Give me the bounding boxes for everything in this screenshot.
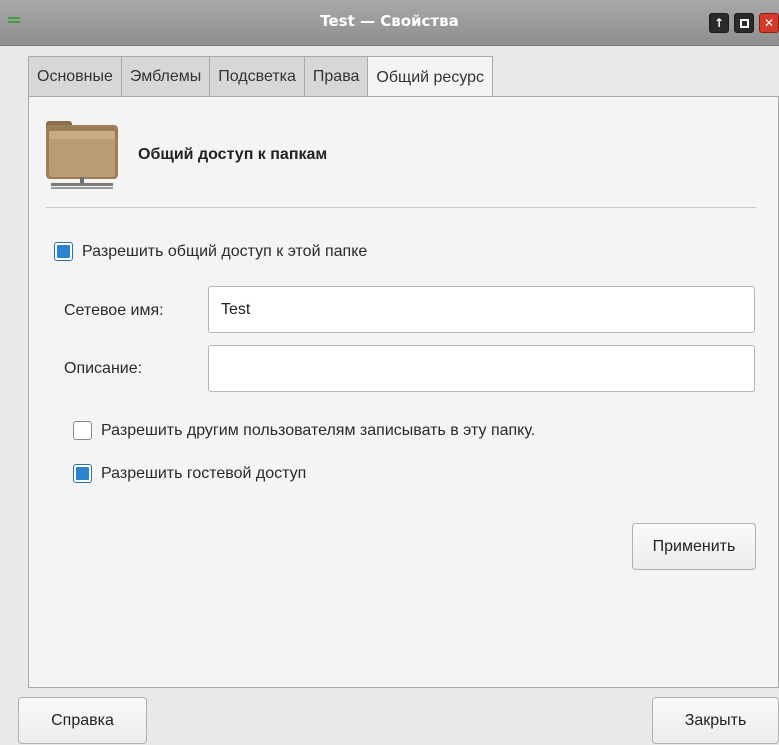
enable-share-label: Разрешить общий доступ к этой папке: [82, 242, 368, 260]
network-name-label: Сетевое имя:: [64, 302, 164, 319]
tab-highlight[interactable]: Подсветка: [209, 56, 305, 97]
enable-share-checkbox[interactable]: [54, 242, 73, 261]
allow-write-checkbox[interactable]: [73, 421, 92, 440]
arrow-up-icon: ↑: [713, 16, 725, 30]
close-window-button[interactable]: ✕: [759, 13, 779, 33]
tab-share[interactable]: Общий ресурс: [367, 56, 494, 98]
close-button[interactable]: Закрыть: [652, 697, 779, 744]
share-page: Общий доступ к папкам Разрешить общий до…: [28, 96, 779, 688]
apply-button[interactable]: Применить: [632, 523, 756, 570]
properties-window: Test — Свойства ↑ ✕ Основные Эмблемы Под…: [0, 0, 779, 745]
tab-general[interactable]: Основные: [28, 56, 122, 97]
folder-share-icon: [46, 121, 118, 189]
allow-write-label: Разрешить другим пользователям записыват…: [101, 421, 536, 439]
page-title: Общий доступ к папкам: [138, 146, 328, 163]
guest-access-checkbox-row[interactable]: Разрешить гостевой доступ: [73, 464, 306, 483]
description-input[interactable]: [208, 345, 755, 392]
keep-above-button[interactable]: ↑: [709, 13, 729, 33]
title-bar[interactable]: Test — Свойства ↑ ✕: [0, 0, 779, 46]
tab-permissions[interactable]: Права: [303, 56, 369, 97]
close-icon: ✕: [763, 16, 775, 30]
separator: [46, 207, 756, 208]
network-name-input[interactable]: [208, 286, 755, 333]
tab-emblems[interactable]: Эмблемы: [120, 56, 211, 97]
description-label: Описание:: [64, 360, 143, 377]
guest-access-checkbox[interactable]: [73, 464, 92, 483]
maximize-button[interactable]: [734, 13, 754, 33]
window-title: Test — Свойства: [320, 12, 459, 30]
tab-bar: Основные Эмблемы Подсветка Права Общий р…: [28, 56, 494, 98]
help-button[interactable]: Справка: [18, 697, 147, 744]
allow-write-checkbox-row[interactable]: Разрешить другим пользователям записыват…: [73, 421, 535, 440]
enable-share-checkbox-row[interactable]: Разрешить общий доступ к этой папке: [54, 242, 367, 261]
guest-access-label: Разрешить гостевой доступ: [101, 464, 307, 482]
maximize-icon: [739, 18, 749, 28]
